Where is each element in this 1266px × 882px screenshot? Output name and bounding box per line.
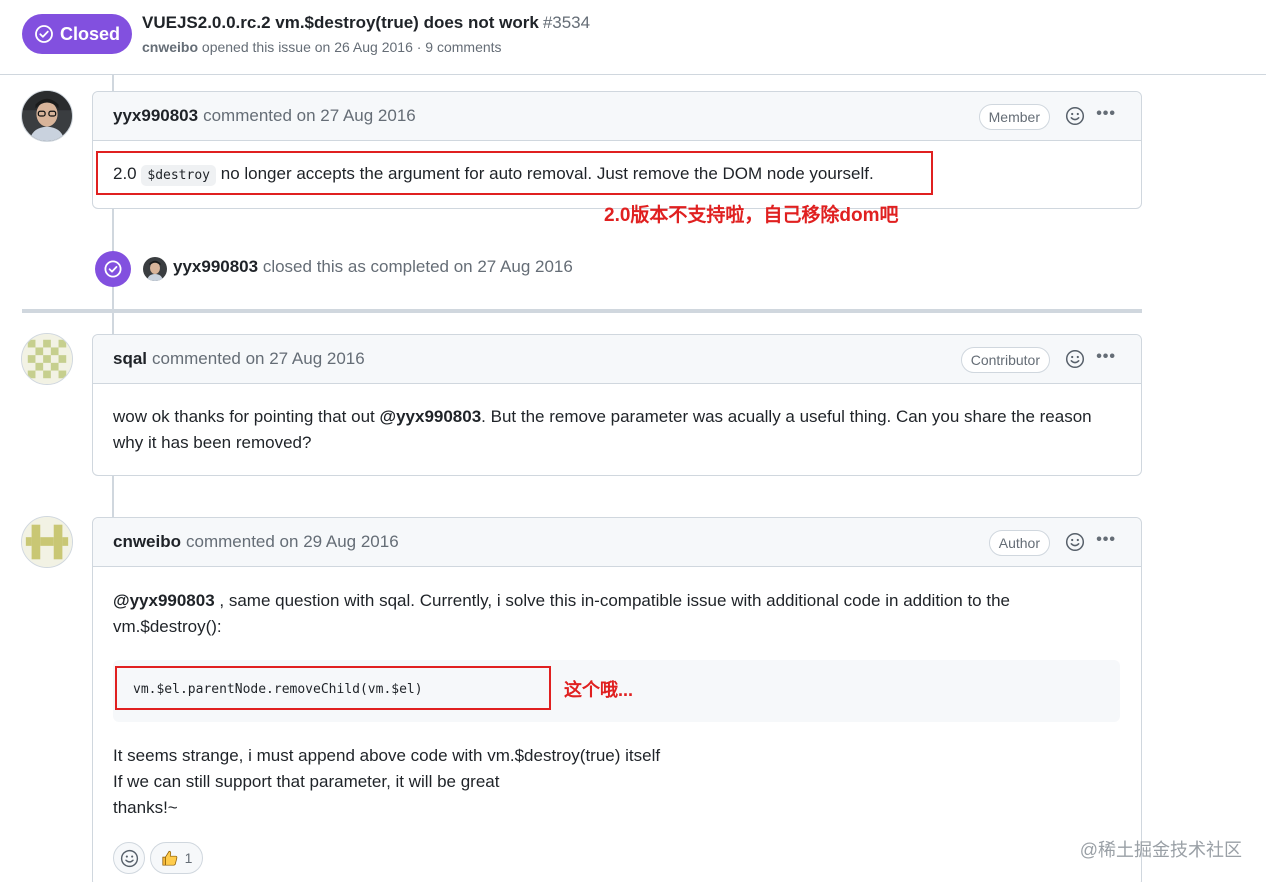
watermark: @稀土掘金技术社区 [1079,840,1242,860]
comment-author[interactable]: sqal [113,349,147,369]
comment-body-tail: It seems strange, i must append above co… [93,743,680,821]
issue-meta: cnweibo opened this issue on 26 Aug 2016… [142,39,502,55]
thumbs-up-icon [162,850,177,866]
add-reaction-button[interactable] [113,842,145,874]
annotation-highlight-box [96,151,933,195]
smiley-icon [120,849,138,867]
comment-author[interactable]: cnweibo [113,532,181,552]
check-circle-icon [104,260,122,278]
comment-line: vm.$destroy(): [113,617,222,636]
comment-timestamp[interactable]: commented on 29 Aug 2016 [186,532,399,552]
comment-sqal: sqal commented on 27 Aug 2016 Contributo… [92,334,1142,476]
comment-header: cnweibo commented on 29 Aug 2016 Author … [93,518,1141,567]
comment-header: sqal commented on 27 Aug 2016 Contributo… [93,335,1141,384]
comment-line: why it has been removed? [113,433,312,452]
reaction-count: 1 [184,850,193,866]
comment-author[interactable]: yyx990803 [113,106,198,126]
comment-text: wow ok thanks for pointing that out [113,407,375,426]
issue-title: VUEJS2.0.0.rc.2 vm.$destroy(true) does n… [142,13,590,33]
comment-line: If we can still support that parameter, … [113,772,500,791]
comment-body: wow ok thanks for pointing that out @yyx… [93,384,1141,456]
comment-line: It seems strange, i must append above co… [113,746,661,765]
closed-event-text: yyx990803 closed this as completed on 27… [173,257,573,277]
closed-event-icon [95,251,131,287]
annotation-note: 2.0版本不支持啦，自己移除dom吧 [604,205,899,226]
comment-timestamp[interactable]: commented on 27 Aug 2016 [152,349,365,369]
issue-opened-text: opened this issue on 26 Aug 2016 · 9 com… [201,39,502,55]
kebab-horizontal-icon[interactable]: ••• [1096,105,1116,123]
comment-line: wow ok thanks for pointing that out @yyx… [113,404,1121,430]
avatar-sqal[interactable] [21,333,73,385]
mention-link[interactable]: @yyx990803 [113,591,215,610]
comment-line: @yyx990803 , same question with sqal. Cu… [113,588,1121,614]
closed-status-badge: Closed [22,14,132,54]
avatar-yyx990803[interactable] [21,90,73,142]
annotation-note: 这个哦... [564,680,634,700]
smiley-icon[interactable] [1065,106,1085,126]
smiley-icon[interactable] [1065,532,1085,552]
annotation-highlight-box [115,666,551,710]
mention-link[interactable]: @yyx990803 [380,407,482,426]
comment-line: thanks!~ [113,798,178,817]
status-label: Closed [59,23,120,44]
author-badge: Author [988,530,1050,556]
event-actor-avatar[interactable] [143,257,167,281]
event-actor[interactable]: yyx990803 [173,257,258,276]
comment-header: yyx990803 commented on 27 Aug 2016 Membe… [93,92,1141,141]
thumbs-up-reaction[interactable]: 1 [150,842,203,874]
timeline-separator [22,309,1142,313]
member-badge: Member [978,104,1050,130]
check-circle-icon [35,25,53,43]
avatar-cnweibo[interactable] [21,516,73,568]
contributor-badge: Contributor [960,347,1050,373]
issue-title-text[interactable]: VUEJS2.0.0.rc.2 vm.$destroy(true) does n… [142,13,539,32]
issue-author-link[interactable]: cnweibo [142,39,198,55]
comment-text: , same question with sqal. Currently, i … [214,591,1010,610]
comment-text: . But the remove parameter was acually a… [481,407,1092,426]
kebab-horizontal-icon[interactable]: ••• [1096,348,1116,366]
issue-number: #3534 [542,13,591,32]
event-description: closed this as completed on 27 Aug 2016 [262,257,573,276]
smiley-icon[interactable] [1065,349,1085,369]
comment-body: @yyx990803 , same question with sqal. Cu… [93,567,1141,640]
issue-header: Closed VUEJS2.0.0.rc.2 vm.$destroy(true)… [0,0,1266,75]
comment-timestamp[interactable]: commented on 27 Aug 2016 [203,106,416,126]
kebab-horizontal-icon[interactable]: ••• [1096,531,1116,549]
